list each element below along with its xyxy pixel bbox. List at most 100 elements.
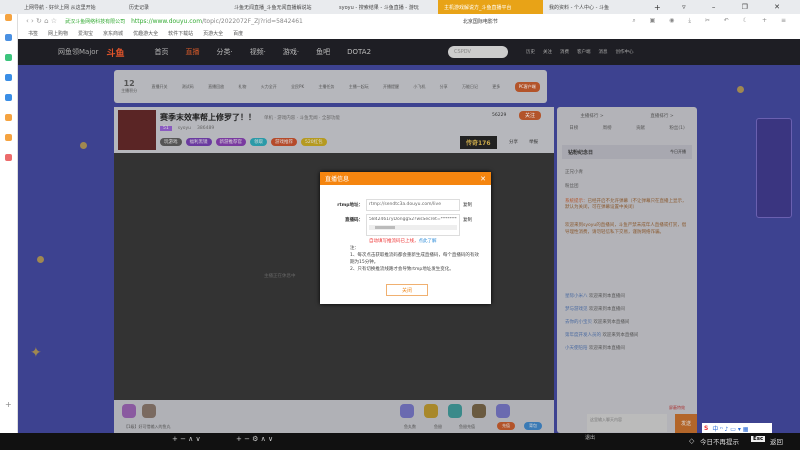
tool-item[interactable]: 主播任务 <box>318 84 334 90</box>
tool-item[interactable]: 全民PK <box>291 84 304 90</box>
user-link[interactable]: 关注 <box>543 49 552 55</box>
tool-item[interactable]: 火力全开 <box>261 84 277 90</box>
copy-code-button[interactable]: 复制 <box>463 214 472 223</box>
chat-user[interactable]: 梦与游戏见 <box>565 307 588 312</box>
browser-tab[interactable]: 斗鱼无闻直播_斗鱼无闻直播解说站 <box>228 0 333 14</box>
bookmark[interactable]: 书签 <box>28 30 38 37</box>
nav-live[interactable]: 直播 <box>185 47 199 57</box>
rtmp-address-field[interactable]: rtmp://sendtc3a.douyu.com/live <box>366 199 460 211</box>
yuchi-recharge[interactable]: 鱼翅充值 <box>459 424 475 430</box>
gift-item[interactable] <box>472 404 486 418</box>
room-tag[interactable]: 游戏推荐 <box>271 138 297 146</box>
fan-row[interactable]: 正兄小青 <box>565 169 583 175</box>
horizontal-scrollbar[interactable] <box>369 225 457 230</box>
room-tag[interactable]: 520红包 <box>301 138 327 146</box>
user-link[interactable]: 历史 <box>526 49 535 55</box>
link-icon[interactable] <box>5 154 12 161</box>
browser-tab[interactable]: syoyu - 搜索结果 - 斗鱼直播 - 游玩 <box>333 0 438 14</box>
diamond-card[interactable]: 钻粉纪念日 今日开播 <box>562 145 692 159</box>
browser-tab[interactable]: 上网导航 - 好伙上网 从这里开始 <box>18 0 123 14</box>
recharge-button[interactable]: 充值 <box>497 422 515 430</box>
zoom-controls[interactable]: + − ∧ ∨ <box>172 435 201 443</box>
room-tag[interactable]: 新游推荐官 <box>215 138 246 146</box>
tool-item[interactable]: 分享 <box>440 84 448 90</box>
chat-input[interactable]: 这里输入聊天内容 <box>587 414 667 432</box>
room-tag[interactable]: 玩游戏 <box>160 138 182 146</box>
dont-show-label[interactable]: 今日不再提示 <box>700 436 739 446</box>
streamer-name[interactable]: syoyu <box>178 126 191 131</box>
wechat-icon[interactable] <box>5 54 12 61</box>
bookmark[interactable]: 网上购物 <box>48 30 68 37</box>
rank-link[interactable]: 主播排行 > <box>580 113 603 119</box>
zoom-controls-2[interactable]: + − ⚙ ∧ ∨ <box>236 435 273 443</box>
close-button[interactable]: 关闭 <box>386 284 428 296</box>
search-hint[interactable]: 北京国际电影节 <box>463 18 498 25</box>
browser-tab[interactable]: 历史记录 <box>123 0 228 14</box>
nav-dota2[interactable]: DOTA2 <box>347 48 371 56</box>
nav-category[interactable]: 分类· <box>216 47 232 57</box>
history-icon[interactable] <box>5 34 12 41</box>
ad-banner[interactable]: 传奇176 <box>460 136 497 149</box>
rank-link[interactable]: 直播排行 > <box>650 113 673 119</box>
tool-item[interactable]: 万能日记 <box>462 84 478 90</box>
streamer-avatar[interactable] <box>118 110 156 150</box>
nav-buttons[interactable]: ‹ › ↻ ⌂ ☆ <box>26 17 57 25</box>
site-logo[interactable]: 斗鱼 <box>106 46 124 59</box>
copy-rtmp-button[interactable]: 复制 <box>463 202 472 208</box>
promo-banner[interactable] <box>756 118 792 218</box>
stream-code-field[interactable]: 5842461ryDonggS2?wsSecret=********** <box>366 214 460 236</box>
nav-home[interactable]: 首页 <box>154 47 168 57</box>
browser-toolbar-icons[interactable]: ⌕ ▣ ◉ ⤓ ✂ ↶ ☾ + ≡ <box>632 17 792 25</box>
nav-video[interactable]: 视频· <box>250 47 266 57</box>
user-link[interactable]: 消息 <box>599 49 608 55</box>
add-icon[interactable]: + <box>5 400 12 409</box>
tool-item[interactable]: 直播回放 <box>208 84 224 90</box>
nav-games[interactable]: 游戏· <box>283 47 299 57</box>
gift-item[interactable] <box>400 404 414 418</box>
gift-item[interactable] <box>496 404 510 418</box>
chat-tab[interactable]: 贡献 <box>636 125 645 131</box>
bookmark[interactable]: 优趣游大全 <box>133 30 158 37</box>
folder-icon[interactable] <box>5 134 12 141</box>
backpack-button[interactable]: 背包 <box>524 422 542 430</box>
bookmark[interactable]: 爱淘宝 <box>78 30 93 37</box>
share-link[interactable]: 分享 <box>509 139 518 145</box>
close-icon[interactable]: ✕ <box>480 175 486 183</box>
fan-row[interactable]: 粉丝团 <box>565 183 579 189</box>
bookmark[interactable]: 软件下载站 <box>168 30 193 37</box>
user-link[interactable]: 创作中心 <box>616 49 634 55</box>
user-link[interactable]: 消费 <box>560 49 569 55</box>
tool-item[interactable]: 礼物 <box>238 84 246 90</box>
gift-item[interactable] <box>142 404 156 418</box>
dont-show-checkbox[interactable]: ◇ <box>689 437 694 445</box>
chat-tab[interactable]: 日榜 <box>569 125 578 131</box>
url-path[interactable]: /topic/2022072F_ZJ?rid=5842461 <box>202 18 303 25</box>
search-icon[interactable] <box>5 114 12 121</box>
search-input[interactable]: CSPDV <box>448 46 509 58</box>
learn-more-link[interactable]: 点此了解 <box>419 238 437 244</box>
app-icon[interactable] <box>5 74 12 81</box>
chat-user[interactable]: 去你的小宝贝 <box>565 320 592 325</box>
bookmark[interactable]: 百度 <box>233 30 243 37</box>
cloud-icon[interactable] <box>5 94 12 101</box>
esc-key[interactable]: Esc <box>751 436 766 442</box>
chat-tab[interactable]: 周榜 <box>603 125 612 131</box>
nav-forum[interactable]: 鱼吧 <box>316 47 330 57</box>
pc-client-button[interactable]: PC客户端 <box>514 81 540 92</box>
user-link[interactable]: 客户端 <box>577 49 591 55</box>
danmu-toggle[interactable]: 屏蔽特效 <box>669 405 685 411</box>
browser-tab-active[interactable]: 主机游戏解说方_斗鱼直播平台 <box>438 0 543 14</box>
room-tag[interactable]: 福利黑镜 <box>185 138 212 146</box>
url-host[interactable]: https://www.douyu.com <box>131 18 202 25</box>
tool-item[interactable]: 开播提醒 <box>383 84 399 90</box>
follow-button[interactable]: 关注 <box>519 111 542 120</box>
favorites-icon[interactable] <box>5 14 12 21</box>
tool-item[interactable]: 更多 <box>492 84 500 90</box>
gift-item[interactable] <box>424 404 438 418</box>
browser-tab[interactable]: 我的资料 - 个人中心 - 斗鱼 <box>543 0 648 14</box>
gift-item[interactable] <box>122 404 136 418</box>
tool-item[interactable]: 主播一起玩 <box>349 84 369 90</box>
chat-tab[interactable]: 粉丝(1) <box>669 125 684 131</box>
chat-user[interactable]: 小天使陪陪 <box>565 346 588 351</box>
chat-user[interactable]: 第年度开发人员的 <box>565 333 601 338</box>
